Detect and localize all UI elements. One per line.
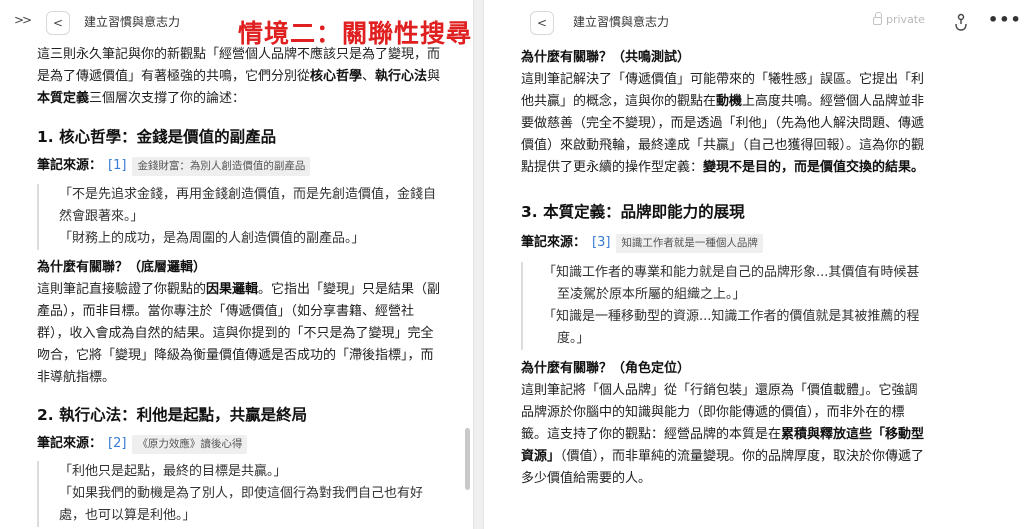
- chevron-left-icon: <: [536, 16, 548, 30]
- private-badge[interactable]: private: [873, 12, 925, 26]
- right-header: < 建立習慣與意志力 private •••: [484, 0, 1024, 44]
- more-options-icon[interactable]: •••: [988, 10, 1022, 29]
- collapse-sidebar-icon[interactable]: >>: [14, 13, 32, 27]
- source-ref-3[interactable]: [3]: [592, 232, 610, 254]
- section1-why-paragraph: 這則筆記直接驗證了你觀點的因果邏輯。它指出「變現」只是結果（副 產品），而非目標…: [37, 282, 441, 385]
- section3-quote: 「知識工作者的專業和能力就是自己的品牌形象...其價值有時候甚 至凌駕於原本所屬…: [521, 262, 1010, 350]
- right-page-title: 建立習慣與意志力: [573, 15, 670, 29]
- section3-heading: 3. 本質定義：品牌即能力的展現: [521, 203, 745, 221]
- right-content: 為什麼有關聯？（共鳴測試） 這則筆記解決了「傳遞價值」可能帶來的「犧牲感」誤區。…: [521, 47, 1010, 490]
- left-content: 這三則永久筆記與你的新觀點「經營個人品牌不應該只是為了變現，而 是為了傳遞價值」…: [37, 44, 459, 527]
- left-page-title: 建立習慣與意志力: [84, 15, 181, 29]
- section1-heading: 1. 核心哲學：金錢是價值的副產品: [37, 128, 277, 146]
- scenario-overlay-title: 情境二：關聯性搜尋: [238, 19, 473, 48]
- intro-paragraph: 這三則永久筆記與你的新觀點「經營個人品牌不應該只是為了變現，而 是為了傳遞價值」…: [37, 47, 441, 106]
- section3-why-paragraph: 這則筆記將「個人品牌」從「行銷包裝」還原為「價值載體」。它強調 品牌源於你腦中的…: [521, 383, 925, 486]
- lock-icon: [873, 12, 882, 25]
- section2-quote: 「利他只是起點，最終的目標是共贏。」 「如果我們的動機是為了別人，即使這個行為對…: [37, 461, 459, 527]
- section2-source: 筆記來源： [2] 《原力效應》讀後心得: [37, 433, 459, 455]
- section1-quote: 「不是先追求金錢，再用金錢創造價值，而是先創造價值，金錢自 然會跟著來。」 「財…: [37, 184, 459, 250]
- share-icon[interactable]: [952, 12, 970, 32]
- section2-heading: 2. 執行心法：利他是起點，共贏是終局: [37, 406, 308, 424]
- source-tag-2[interactable]: 《原力效應》讀後心得: [132, 434, 248, 454]
- section2-why-paragraph: 這則筆記解決了「傳遞價值」可能帶來的「犧牲感」誤區。它提出「利 他共贏」的概念，…: [521, 72, 925, 175]
- section3-why-heading: 為什麼有關聯？（角色定位）: [521, 361, 691, 376]
- chevron-left-icon: <: [52, 16, 64, 30]
- pane-divider[interactable]: [473, 0, 484, 529]
- left-scrollbar[interactable]: [465, 428, 470, 490]
- back-button[interactable]: <: [530, 11, 554, 35]
- source-ref-1[interactable]: [1]: [108, 155, 126, 177]
- section1-source: 筆記來源： [1] 金錢財富：為別人創造價值的副產品: [37, 155, 459, 177]
- source-tag-1[interactable]: 金錢財富：為別人創造價值的副產品: [132, 156, 311, 176]
- source-tag-3[interactable]: 知識工作者就是一種個人品牌: [616, 233, 763, 253]
- section3-source: 筆記來源： [3] 知識工作者就是一種個人品牌: [521, 232, 1010, 254]
- back-button[interactable]: <: [46, 11, 70, 35]
- right-note-pane: < 建立習慣與意志力 private ••• 為什麼有關聯？（共鳴測試） 這則筆…: [484, 0, 1024, 529]
- source-ref-2[interactable]: [2]: [108, 433, 126, 455]
- section1-why-heading: 為什麼有關聯？（底層邏輯）: [37, 260, 207, 275]
- section2-why-heading: 為什麼有關聯？（共鳴測試）: [521, 50, 691, 65]
- left-note-pane: >> < 建立習慣與意志力 這三則永久筆記與你的新觀點「經營個人品牌不應該只是為…: [0, 0, 473, 529]
